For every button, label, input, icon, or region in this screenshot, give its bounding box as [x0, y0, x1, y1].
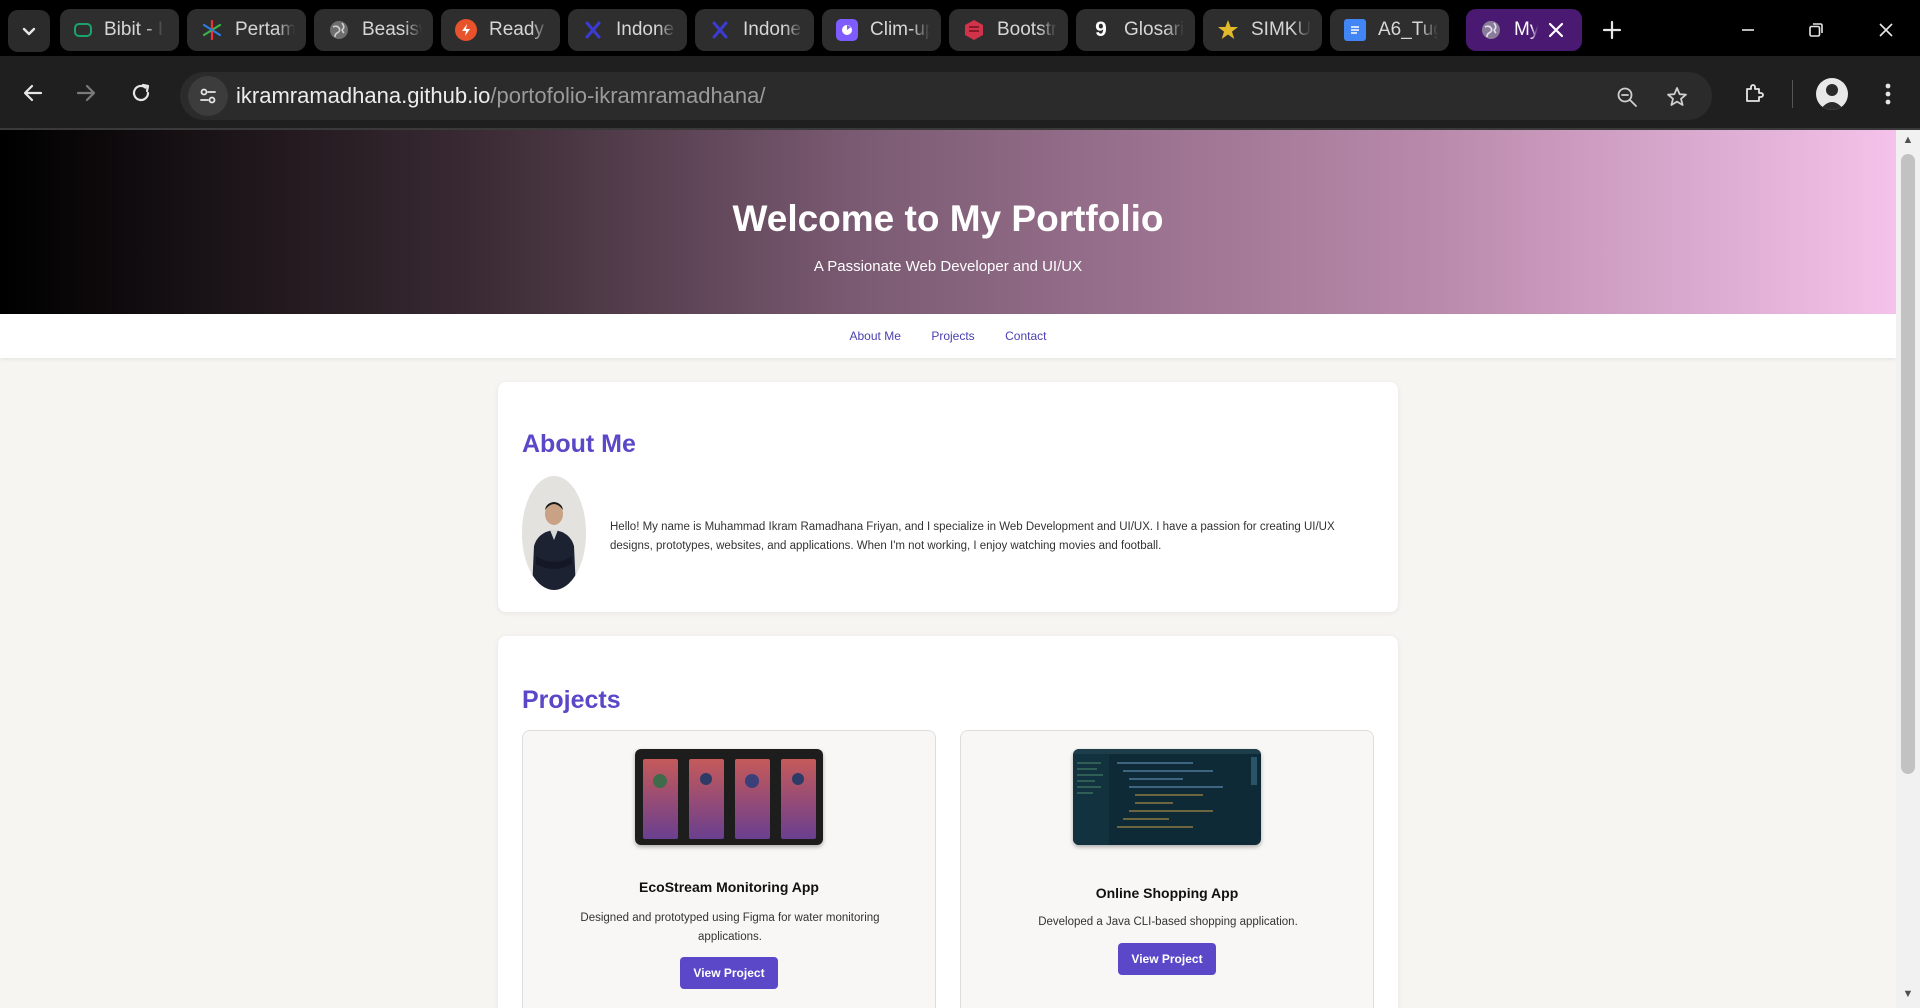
tab-a6-tugas[interactable]: A6_Tug — [1330, 9, 1449, 51]
close-window-button[interactable] — [1866, 12, 1906, 48]
chevron-down-icon — [22, 27, 36, 36]
url-text[interactable]: ikramramadhana.github.io/portofolio-ikra… — [236, 83, 766, 109]
hero-banner: Welcome to My Portfolio A Passionate Web… — [0, 130, 1896, 314]
tab-ready[interactable]: Ready — [441, 9, 560, 51]
tab-title: Clim-up — [870, 19, 930, 40]
tab-title: Ready — [489, 19, 544, 40]
extensions-button[interactable] — [1734, 74, 1774, 114]
site-nav: About Me Projects Contact — [0, 314, 1896, 358]
hero-title: Welcome to My Portfolio — [732, 198, 1164, 239]
projects-heading: Projects — [522, 686, 621, 714]
restore-icon — [1809, 23, 1823, 37]
site-info-button[interactable] — [188, 76, 228, 116]
page-scrollbar[interactable]: ▲ ▼ — [1896, 130, 1920, 1008]
tab-indone-1[interactable]: Indone — [568, 9, 687, 51]
tab-title: Glosari — [1124, 19, 1184, 40]
tab-bootstrap[interactable]: Bootstr — [949, 9, 1068, 51]
tab-search-button[interactable] — [8, 10, 50, 52]
star-icon — [1667, 87, 1687, 106]
plus-icon — [1602, 20, 1622, 40]
address-bar[interactable]: ikramramadhana.github.io/portofolio-ikra… — [180, 72, 1712, 120]
tab-bibit[interactable]: Bibit - I — [60, 9, 179, 51]
tab-title: Beasisw — [362, 19, 422, 40]
tab-title: My — [1514, 19, 1538, 40]
profile-photo — [522, 476, 586, 590]
projects-section: Projects EcoStream Monitoring App Design — [498, 636, 1398, 1008]
nav-link-about[interactable]: About Me — [850, 314, 901, 358]
bookmark-button[interactable] — [1660, 80, 1694, 114]
scroll-down-arrow-icon[interactable]: ▼ — [1896, 988, 1920, 1004]
back-button[interactable] — [14, 74, 52, 112]
star-emblem-icon — [1217, 19, 1239, 41]
about-heading: About Me — [522, 430, 636, 458]
more-vert-icon — [1885, 83, 1891, 105]
new-tab-button[interactable] — [1594, 12, 1630, 48]
toolbar-divider — [1792, 80, 1793, 108]
x-icon — [582, 19, 604, 41]
arrow-right-icon — [76, 84, 96, 102]
browser-toolbar: ikramramadhana.github.io/portofolio-ikra… — [0, 56, 1920, 130]
tab-beasiswa[interactable]: Beasisw — [314, 9, 433, 51]
url-path: /portofolio-ikramramadhana/ — [490, 83, 766, 108]
project-thumbnail — [635, 749, 823, 845]
tab-pertamina[interactable]: Pertam — [187, 9, 306, 51]
tab-strip: Bibit - I Pertam Beasisw Ready Indone In… — [0, 0, 1920, 56]
minimize-icon — [1742, 29, 1754, 31]
scrollbar-thumb[interactable] — [1901, 154, 1915, 774]
page-viewport: Welcome to My Portfolio A Passionate Web… — [0, 130, 1896, 1008]
project-description: Designed and prototyped using Figma for … — [580, 912, 880, 943]
view-project-button[interactable]: View Project — [1118, 943, 1216, 975]
nav-link-projects[interactable]: Projects — [931, 314, 974, 358]
project-title: EcoStream Monitoring App — [639, 879, 819, 895]
g-icon: 9 — [1095, 18, 1107, 41]
tab-title: Indone — [616, 19, 675, 40]
pertamina-icon — [201, 19, 223, 41]
project-thumbnail — [1073, 749, 1261, 845]
minimize-button[interactable] — [1728, 12, 1768, 48]
reload-icon — [132, 83, 150, 102]
close-icon — [1879, 23, 1893, 37]
globe-icon — [328, 19, 350, 41]
zoom-button[interactable] — [1610, 80, 1644, 114]
profile-avatar[interactable] — [1816, 78, 1848, 110]
tab-title: A6_Tug — [1378, 19, 1438, 40]
ready-icon — [455, 19, 477, 41]
tab-title: Bootstr — [997, 19, 1057, 40]
about-text: Hello! My name is Muhammad Ikram Ramadha… — [610, 521, 1335, 552]
tab-portfolio-active[interactable]: My — [1466, 9, 1582, 51]
restore-button[interactable] — [1796, 12, 1836, 48]
tab-indone-2[interactable]: Indone — [695, 9, 814, 51]
reload-button[interactable] — [122, 74, 160, 112]
project-card-shopping: Online Shopping App Developed a Java CLI… — [960, 730, 1374, 1008]
nav-link-contact[interactable]: Contact — [1005, 314, 1046, 358]
url-host: ikramramadhana.github.io — [236, 83, 491, 108]
tab-title: Bibit - I — [104, 19, 164, 40]
zoom-out-icon — [1617, 87, 1637, 107]
hero-subtitle: A Passionate Web Developer and UI/UX — [813, 258, 1083, 275]
tune-icon — [200, 88, 216, 104]
close-tab-icon[interactable] — [1544, 18, 1568, 42]
tab-glosarium[interactable]: 9 Glosari — [1076, 9, 1195, 51]
scroll-up-arrow-icon[interactable]: ▲ — [1896, 134, 1920, 150]
tab-climup[interactable]: Clim-up — [822, 9, 941, 51]
tab-title: Indone — [743, 19, 802, 40]
view-project-button[interactable]: View Project — [680, 957, 778, 989]
climup-icon — [836, 19, 858, 41]
chrome-menu-button[interactable] — [1868, 74, 1908, 114]
tab-title: Pertam — [235, 19, 295, 40]
docs-icon — [1344, 19, 1366, 41]
tab-simkui[interactable]: SIMKUI — [1203, 9, 1322, 51]
x-icon — [709, 19, 731, 41]
tab-title: SIMKUI — [1251, 19, 1311, 40]
project-description: Developed a Java CLI-based shopping appl… — [1038, 916, 1298, 928]
globe-icon — [1480, 19, 1502, 41]
project-title: Online Shopping App — [1095, 885, 1239, 901]
about-section: About Me Hello! My name is Muhammad Ikra… — [498, 382, 1398, 612]
puzzle-icon — [1746, 84, 1764, 102]
forward-button[interactable] — [67, 74, 105, 112]
bootstrap-icon — [963, 19, 985, 41]
arrow-left-icon — [23, 84, 43, 102]
project-card-ecostream: EcoStream Monitoring App Designed and pr… — [522, 730, 936, 1008]
bibit-icon — [74, 23, 92, 37]
